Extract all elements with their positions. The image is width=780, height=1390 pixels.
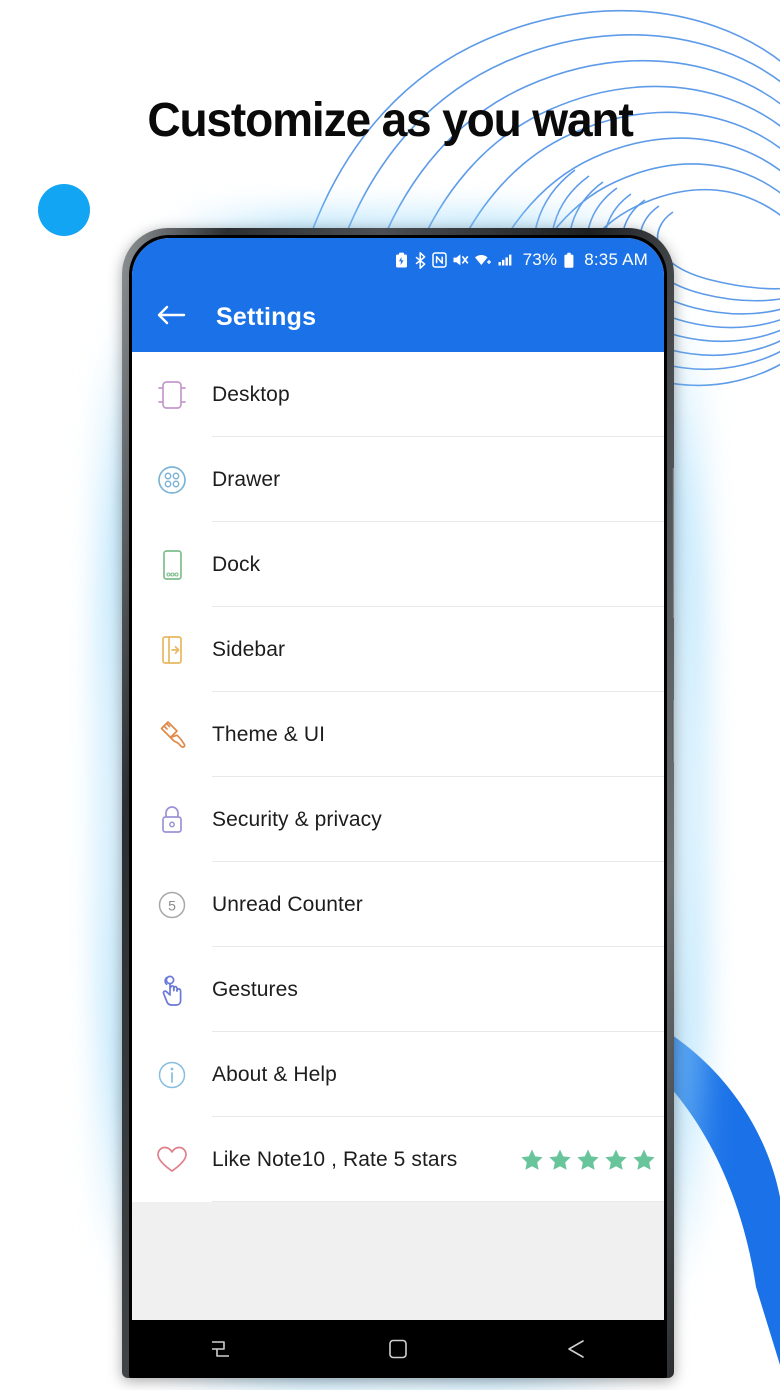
- paintbrush-icon: [132, 719, 212, 751]
- list-empty-space: [132, 1202, 664, 1320]
- star-icon: [521, 1149, 543, 1170]
- heart-icon: [132, 1145, 212, 1175]
- wifi-icon: [474, 252, 493, 268]
- arrow-left-icon[interactable]: [156, 303, 186, 332]
- volume-rocker[interactable]: [672, 468, 674, 618]
- cellular-signal-icon: [498, 252, 514, 268]
- page-title: Settings: [216, 302, 317, 331]
- settings-row-theme-ui[interactable]: Theme & UI: [132, 692, 664, 777]
- settings-row-desktop[interactable]: Desktop: [132, 352, 664, 437]
- row-divider: [212, 1201, 664, 1202]
- settings-row-label: Unread Counter: [212, 892, 363, 916]
- settings-list: Desktop Drawer Dock Sidebar Theme & UI S…: [132, 352, 664, 1202]
- phone-bezel: 73% 8:35 AM Settings Desktop Drawer Dock…: [129, 235, 667, 1378]
- battery-icon: [563, 252, 575, 269]
- home-icon[interactable]: [353, 1337, 443, 1361]
- status-bar-clock: 8:35 AM: [584, 250, 648, 269]
- battery-saver-icon: [394, 252, 409, 269]
- mute-icon: [452, 252, 469, 268]
- settings-row-label: Security & privacy: [212, 807, 382, 831]
- settings-row-label: About & Help: [212, 1062, 337, 1086]
- power-button[interactable]: [672, 700, 674, 762]
- star-icon: [577, 1149, 599, 1170]
- settings-row-about-help[interactable]: About & Help: [132, 1032, 664, 1117]
- settings-row-label: Theme & UI: [212, 722, 326, 746]
- settings-row-label: Gestures: [212, 977, 298, 1001]
- app-bar: Settings: [132, 282, 664, 352]
- drawer-grid-icon: [132, 464, 212, 496]
- settings-row-security-privacy[interactable]: Security & privacy: [132, 777, 664, 862]
- page-headline: Customize as you want: [147, 94, 634, 147]
- settings-content: Desktop Drawer Dock Sidebar Theme & UI S…: [132, 352, 664, 1320]
- settings-row-label: Like Note10 , Rate 5 stars: [212, 1147, 458, 1171]
- sidebar-icon: [132, 634, 212, 666]
- info-icon: [132, 1059, 212, 1091]
- recents-icon[interactable]: [176, 1337, 266, 1361]
- nfc-icon: [431, 252, 447, 268]
- lock-icon: [132, 804, 212, 836]
- back-icon[interactable]: [530, 1337, 620, 1361]
- navigation-bar: [132, 1320, 664, 1378]
- blue-dot-decoration: [38, 184, 90, 236]
- battery-percentage: 73%: [522, 250, 558, 269]
- settings-row-drawer[interactable]: Drawer: [132, 437, 664, 522]
- settings-row-rate-app[interactable]: Like Note10 , Rate 5 stars: [132, 1117, 664, 1202]
- tap-hand-icon: [132, 973, 212, 1007]
- settings-row-label: Dock: [212, 552, 261, 576]
- dock-icon: [132, 549, 212, 581]
- desktop-icon: [132, 379, 212, 411]
- settings-row-dock[interactable]: Dock: [132, 522, 664, 607]
- settings-row-label: Drawer: [212, 467, 281, 491]
- settings-row-sidebar[interactable]: Sidebar: [132, 607, 664, 692]
- settings-row-unread-counter[interactable]: 5 Unread Counter: [132, 862, 664, 947]
- counter-badge-value: 5: [168, 897, 176, 913]
- phone-screen: 73% 8:35 AM Settings Desktop Drawer Dock…: [132, 238, 664, 1378]
- rating-stars[interactable]: [520, 1148, 656, 1172]
- settings-row-label: Desktop: [212, 382, 290, 406]
- settings-row-label: Sidebar: [212, 637, 286, 661]
- settings-row-gestures[interactable]: Gestures: [132, 947, 664, 1032]
- star-icon: [605, 1149, 627, 1170]
- phone-frame: 73% 8:35 AM Settings Desktop Drawer Dock…: [122, 228, 674, 1378]
- counter-badge-icon: 5: [132, 889, 212, 921]
- status-bar: 73% 8:35 AM: [132, 238, 664, 282]
- phone-mockup: 73% 8:35 AM Settings Desktop Drawer Dock…: [122, 228, 674, 1378]
- star-icon: [633, 1149, 655, 1170]
- bluetooth-icon: [414, 251, 427, 269]
- star-icon: [549, 1149, 571, 1170]
